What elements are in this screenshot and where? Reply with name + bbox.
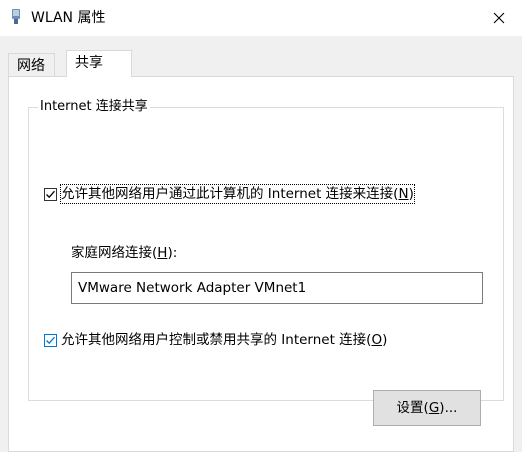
window-title: WLAN 属性 — [31, 10, 106, 26]
home-network-select[interactable]: VMware Network Adapter VMnet1 — [71, 272, 483, 304]
checkmark-icon — [46, 336, 55, 344]
allow-share-label: 允许其他网络用户通过此计算机的 Internet 连接来连接(N) — [60, 184, 415, 204]
allow-share-checkbox[interactable] — [44, 187, 57, 201]
dialog-client-area: 网络 共享 Internet 连接共享 允许其他网络用户通过此计算机的 Inte… — [0, 36, 522, 452]
title-bar: WLAN 属性 — [0, 0, 522, 36]
allow-control-row[interactable]: 允许其他网络用户控制或禁用共享的 Internet 连接(O) — [44, 331, 387, 349]
tab-network[interactable]: 网络 — [8, 53, 55, 76]
allow-share-row[interactable]: 允许其他网络用户通过此计算机的 Internet 连接来连接(N) — [44, 184, 415, 204]
close-button[interactable] — [476, 0, 522, 36]
home-network-label: 家庭网络连接(H): — [71, 245, 178, 261]
checkmark-icon — [46, 190, 55, 198]
ics-group-title: Internet 连接共享 — [38, 98, 150, 116]
wifi-adapter-icon — [12, 9, 20, 24]
allow-control-checkbox[interactable] — [44, 333, 57, 347]
tab-sharing[interactable]: 共享 — [66, 50, 132, 77]
tab-network-label: 网络 — [17, 58, 45, 74]
settings-button[interactable]: 设置(G)... — [373, 390, 481, 426]
sharing-tab-panel: Internet 连接共享 允许其他网络用户通过此计算机的 Internet 连… — [8, 76, 514, 452]
close-icon — [493, 12, 505, 24]
tab-sharing-label: 共享 — [75, 55, 103, 71]
allow-control-label: 允许其他网络用户控制或禁用共享的 Internet 连接(O) — [61, 332, 388, 348]
